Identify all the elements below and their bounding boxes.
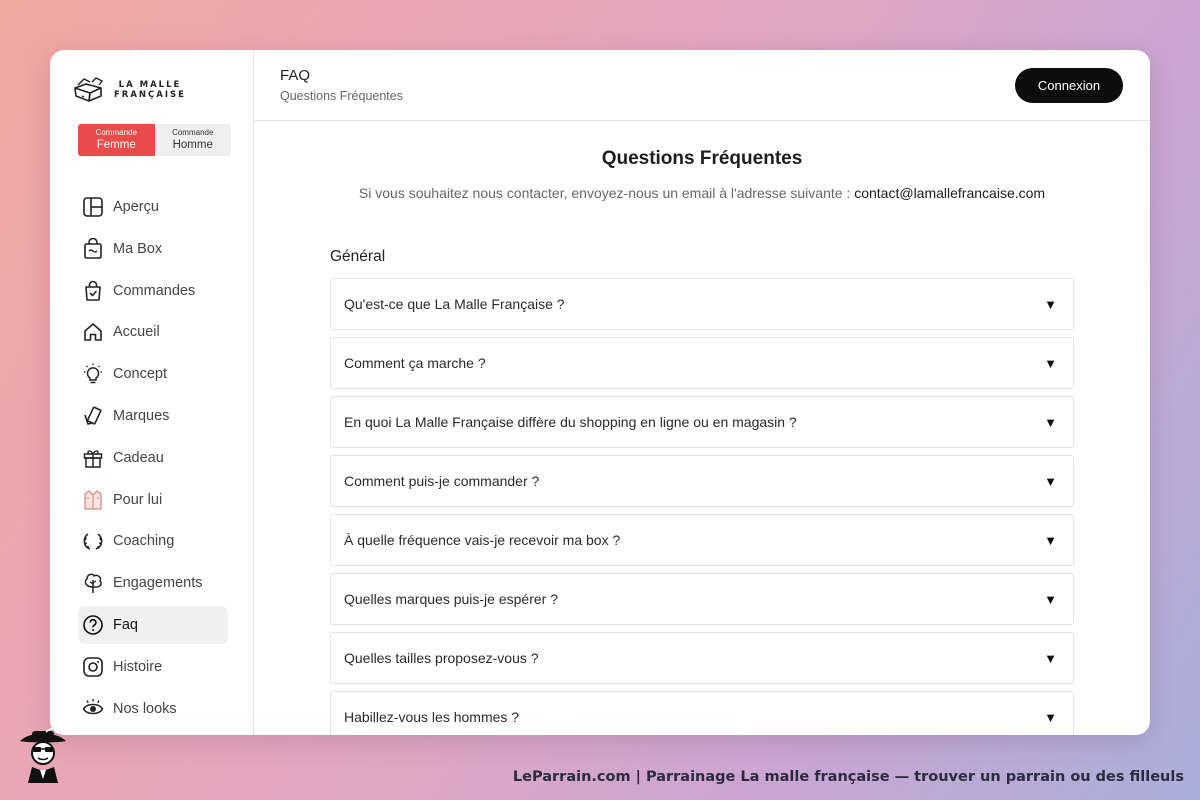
brand-logo[interactable]: LA MALLE FRANÇAISE (72, 76, 186, 104)
gender-toggle-femme-label: Femme (96, 139, 136, 151)
sidebar-item-ma-box[interactable]: Ma Box (78, 230, 228, 268)
faq-question: Comment puis-je commander ? (344, 473, 540, 489)
main-content: FAQ Questions Fréquentes Connexion Quest… (254, 50, 1150, 735)
tags-icon (82, 405, 104, 427)
gender-toggle-homme-label: Homme (172, 139, 213, 151)
sidebar: LA MALLE FRANÇAISE Commande Femme Comman… (50, 50, 254, 735)
sidebar-item-label: Ma Box (113, 240, 163, 257)
caret-down-icon: ▼ (1044, 355, 1057, 371)
lightbulb-icon (82, 363, 104, 385)
faq-question: En quoi La Malle Française diffère du sh… (344, 414, 797, 430)
faq-section-title: Général (330, 248, 386, 265)
brand-name-line1: LA MALLE (118, 80, 182, 90)
faq-item[interactable]: À quelle fréquence vais-je recevoir ma b… (330, 514, 1074, 566)
caret-down-icon: ▼ (1044, 473, 1057, 489)
caret-down-icon: ▼ (1044, 709, 1057, 725)
sidebar-item-pour-lui[interactable]: Pour lui (78, 481, 228, 519)
sidebar-item-label: Marques (113, 407, 170, 424)
faq-item[interactable]: Habillez-vous les hommes ? ▼ (330, 691, 1074, 735)
mascot-logo-icon (20, 727, 67, 783)
sidebar-item-label: Pour lui (113, 491, 163, 508)
layout-icon (82, 196, 104, 218)
app-window: LA MALLE FRANÇAISE Commande Femme Comman… (50, 50, 1150, 735)
sidebar-item-engagements[interactable]: Engagements (78, 564, 228, 602)
sidebar-item-label: Concept (113, 366, 168, 383)
sidebar-item-nos-looks[interactable]: Nos looks (78, 690, 228, 728)
sidebar-item-label: Faq (113, 616, 138, 633)
caret-down-icon: ▼ (1044, 296, 1057, 312)
faq-item[interactable]: Qu'est-ce que La Malle Française ? ▼ (330, 278, 1074, 330)
page-title: FAQ (280, 67, 311, 84)
sidebar-item-label: Nos looks (113, 700, 177, 717)
faq-question: Qu'est-ce que La Malle Française ? (344, 296, 565, 312)
gender-toggle-homme-caption: Commande (172, 128, 214, 137)
faq-question: Habillez-vous les hommes ? (344, 709, 520, 725)
trunk-logo-icon (74, 77, 104, 102)
sidebar-item-label: Accueil (113, 324, 160, 341)
sidebar-item-label: Cadeau (113, 449, 164, 466)
faq-item[interactable]: Quelles marques puis-je espérer ? ▼ (330, 573, 1074, 625)
home-icon (82, 321, 104, 343)
brand-name-line2: FRANÇAISE (114, 90, 186, 100)
sidebar-nav: Aperçu Ma Box Commandes Accueil Concept … (78, 188, 228, 731)
sidebar-item-label: Histoire (113, 658, 163, 675)
faq-item[interactable]: Comment puis-je commander ? ▼ (330, 455, 1074, 507)
gender-toggle: Commande Femme Commande Homme (78, 124, 231, 156)
shirt-icon (82, 489, 104, 511)
caret-down-icon: ▼ (1044, 591, 1057, 607)
gender-toggle-femme[interactable]: Commande Femme (78, 124, 155, 156)
caret-down-icon: ▼ (1044, 650, 1057, 666)
sidebar-item-accueil[interactable]: Accueil (78, 313, 228, 351)
sidebar-item-apercu[interactable]: Aperçu (78, 188, 228, 226)
faq-question: Quelles tailles proposez-vous ? (344, 650, 539, 666)
laurel-icon (82, 530, 104, 552)
top-bar: FAQ Questions Fréquentes Connexion (254, 50, 1150, 121)
sidebar-item-label: Coaching (113, 533, 175, 550)
shopping-bag-icon (82, 237, 104, 260)
contact-email-link[interactable]: contact@lamallefrancaise.com (854, 185, 1045, 201)
watermark-text: LeParrain.com | Parrainage La malle fran… (512, 769, 1184, 785)
question-circle-icon (82, 614, 104, 636)
sidebar-item-concept[interactable]: Concept (78, 355, 228, 393)
bag-check-icon (82, 280, 104, 302)
sidebar-item-coaching[interactable]: Coaching (78, 522, 228, 560)
faq-item[interactable]: Quelles tailles proposez-vous ? ▼ (330, 632, 1074, 684)
instagram-icon (82, 656, 104, 678)
eye-icon (82, 698, 104, 720)
faq-question: Comment ça marche ? (344, 355, 486, 371)
sidebar-item-label: Commandes (113, 282, 196, 299)
gender-toggle-femme-caption: Commande (95, 128, 137, 137)
sidebar-item-label: Aperçu (113, 199, 159, 215)
contact-line: Si vous souhaitez nous contacter, envoye… (254, 185, 1150, 201)
faq-heading: Questions Fréquentes (601, 148, 803, 169)
page-subtitle: Questions Fréquentes (280, 89, 403, 103)
sidebar-item-cadeau[interactable]: Cadeau (78, 439, 228, 477)
sidebar-item-faq[interactable]: Faq (78, 605, 228, 644)
caret-down-icon: ▼ (1044, 532, 1057, 548)
sidebar-item-marques[interactable]: Marques (78, 397, 228, 435)
contact-text: Si vous souhaitez nous contacter, envoye… (358, 185, 855, 201)
brand-name: LA MALLE FRANÇAISE (114, 80, 186, 100)
faq-item[interactable]: En quoi La Malle Française diffère du sh… (330, 396, 1074, 448)
caret-down-icon: ▼ (1044, 414, 1057, 430)
gender-toggle-homme[interactable]: Commande Homme (154, 124, 231, 156)
login-button[interactable]: Connexion (1015, 68, 1123, 103)
tree-icon (82, 572, 104, 594)
faq-question: À quelle fréquence vais-je recevoir ma b… (344, 532, 621, 548)
sidebar-item-label: Engagements (113, 575, 203, 592)
faq-list: Qu'est-ce que La Malle Française ? ▼ Com… (330, 278, 1074, 735)
faq-question: Quelles marques puis-je espérer ? (344, 591, 558, 607)
sidebar-item-histoire[interactable]: Histoire (78, 648, 228, 686)
sidebar-item-commandes[interactable]: Commandes (78, 272, 228, 310)
faq-item[interactable]: Comment ça marche ? ▼ (330, 337, 1074, 389)
gift-icon (82, 447, 104, 469)
